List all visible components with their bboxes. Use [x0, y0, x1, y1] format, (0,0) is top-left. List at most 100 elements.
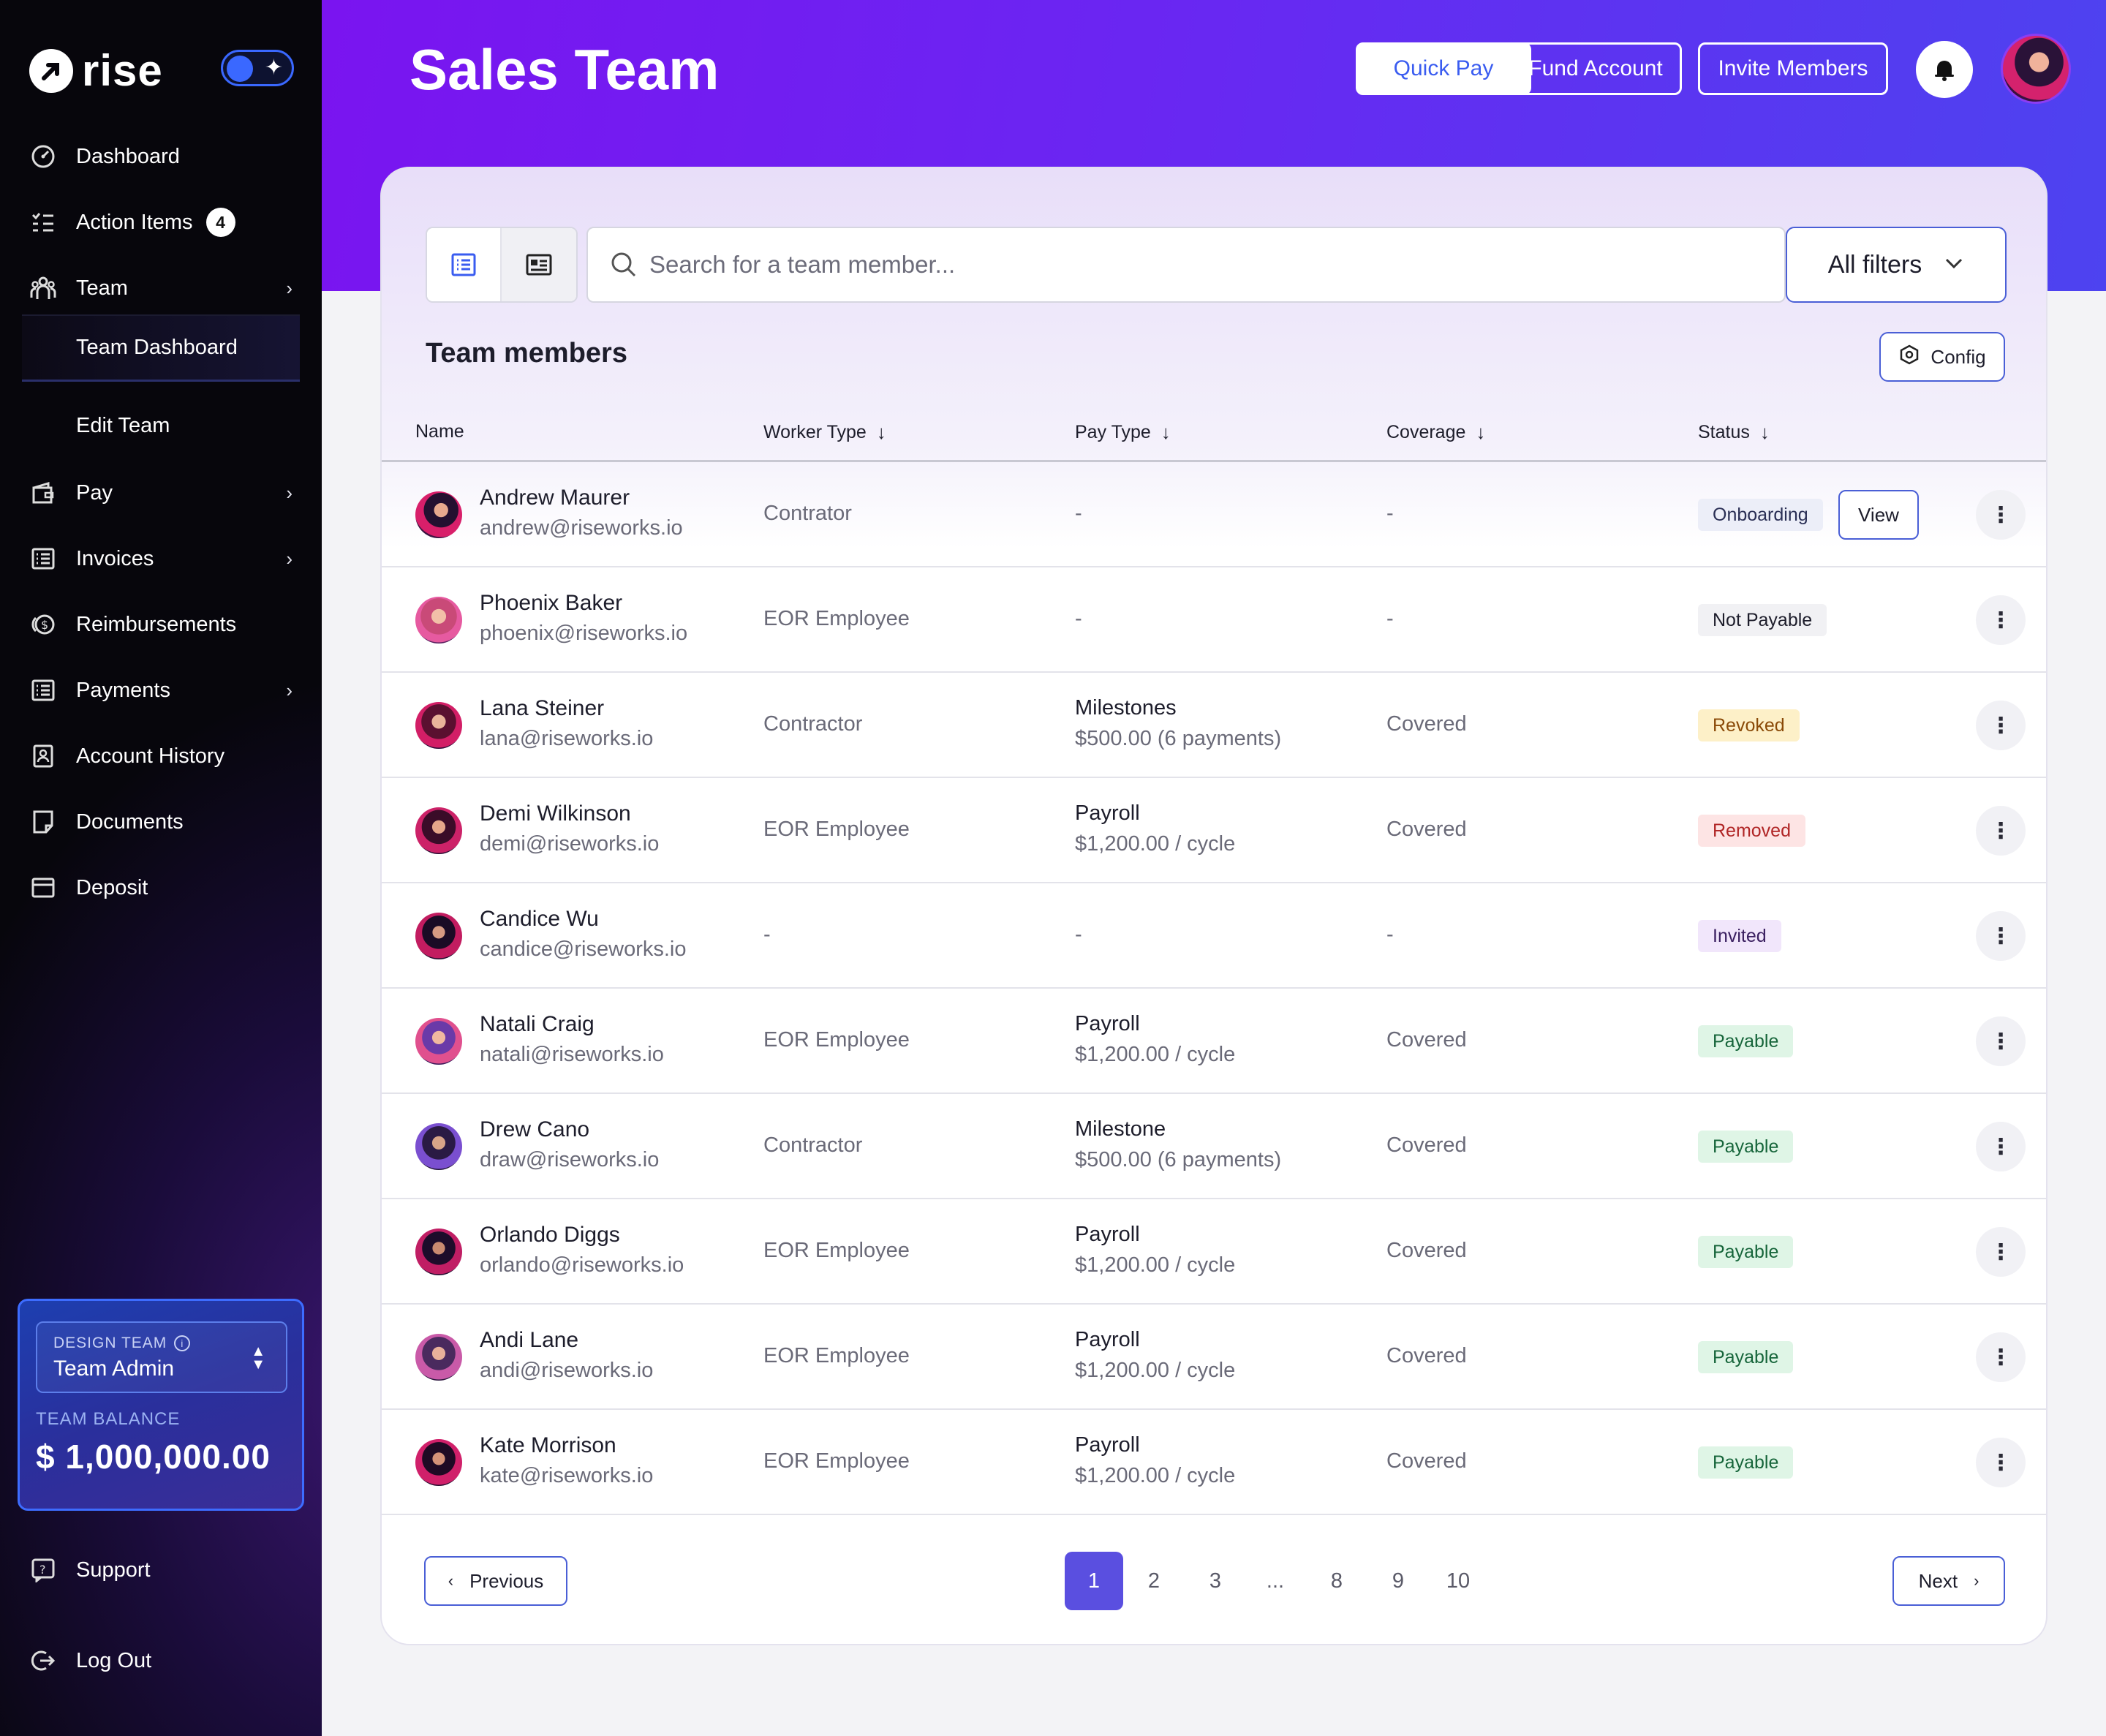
- fund-account-button[interactable]: Fund Account: [1509, 42, 1682, 95]
- logout-link[interactable]: Log Out: [29, 1647, 151, 1675]
- sidebar-item-dashboard[interactable]: Dashboard: [29, 135, 292, 178]
- status-badge: Payable: [1698, 1446, 1794, 1479]
- coverage: -: [1386, 502, 1394, 525]
- chevron-down-icon: [1944, 254, 1964, 275]
- sort-arrow-down-icon: ↓: [1759, 421, 1770, 443]
- theme-toggle[interactable]: ✦: [221, 50, 294, 86]
- col-pay-type-label: Pay Type: [1075, 422, 1151, 442]
- payments-list-icon: [29, 676, 57, 704]
- table-row[interactable]: Phoenix Baker phoenix@riseworks.io EOR Emp…: [382, 567, 2046, 673]
- worker-type: EOR Employee: [763, 1344, 910, 1367]
- col-worker-type[interactable]: Worker Type ↓: [763, 421, 886, 444]
- team-selector[interactable]: DESIGN TEAM i Team Admin ▲ ▼: [36, 1321, 287, 1393]
- page-number[interactable]: 2: [1125, 1552, 1183, 1610]
- sidebar-item-team[interactable]: Team ›: [29, 266, 292, 310]
- sidebar-item-deposit[interactable]: Deposit: [29, 866, 292, 910]
- table-row[interactable]: Demi Wilkinson demi@riseworks.io EOR Emplo…: [382, 778, 2046, 883]
- chevron-right-icon: ›: [286, 679, 292, 701]
- search-input[interactable]: [649, 243, 1746, 287]
- member-email: andrew@riseworks.io: [480, 516, 683, 540]
- all-filters-dropdown[interactable]: All filters: [1786, 227, 2007, 303]
- list-view-button[interactable]: [427, 228, 502, 301]
- status-badge: Revoked: [1698, 709, 1800, 741]
- card-view-button[interactable]: [502, 228, 576, 301]
- table-row[interactable]: Candice Wu candice@riseworks.io - - - Invited…: [382, 883, 2046, 989]
- more-options-icon[interactable]: ⋮: [1976, 1122, 2026, 1171]
- team-role: Team Admin: [53, 1356, 175, 1381]
- settings-hexagon-icon: [1898, 344, 1920, 371]
- table-row[interactable]: Andi Lane andi@riseworks.io EOR Employee Pa…: [382, 1305, 2046, 1410]
- next-label: Next: [1918, 1569, 1958, 1592]
- coverage: -: [1386, 607, 1394, 630]
- page-number[interactable]: 1: [1065, 1552, 1123, 1610]
- page-number[interactable]: 10: [1429, 1552, 1487, 1610]
- coverage: Covered: [1386, 1028, 1467, 1052]
- invite-members-button[interactable]: Invite Members: [1698, 42, 1888, 95]
- coverage: Covered: [1386, 818, 1467, 841]
- sidebar-item-payments[interactable]: Payments ›: [29, 668, 292, 712]
- more-options-icon[interactable]: ⋮: [1976, 1227, 2026, 1277]
- more-options-icon[interactable]: ⋮: [1976, 595, 2026, 645]
- table-row[interactable]: Drew Cano draw@riseworks.io Contractor Mile…: [382, 1094, 2046, 1199]
- deposit-card-icon: [29, 874, 57, 902]
- pagination: ‹ Previous 1 2 3... 8 9 10 Next ›: [382, 1536, 2046, 1610]
- more-options-icon[interactable]: ⋮: [1976, 911, 2026, 961]
- sidebar-subitem-team-dashboard[interactable]: Team Dashboard: [22, 314, 300, 382]
- sidebar-item-documents[interactable]: Documents: [29, 800, 292, 844]
- next-page-button[interactable]: Next ›: [1892, 1556, 2005, 1606]
- sidebar-item-reimbursements[interactable]: $ Reimbursements: [29, 603, 292, 646]
- team-members-card: All filters Team members Config Name Wor…: [380, 167, 2047, 1645]
- col-name[interactable]: Name: [415, 421, 464, 442]
- more-options-icon[interactable]: ⋮: [1976, 1016, 2026, 1066]
- user-avatar[interactable]: [2001, 34, 2071, 104]
- pay-type: -: [1075, 923, 1082, 946]
- more-options-icon[interactable]: ⋮: [1976, 1332, 2026, 1382]
- team-balance-card: DESIGN TEAM i Team Admin ▲ ▼ TEAM BALANCE…: [18, 1299, 304, 1511]
- table-row[interactable]: Orlando Diggs orlando@riseworks.io EOR Emp…: [382, 1199, 2046, 1305]
- view-button[interactable]: View: [1838, 490, 1919, 540]
- member-email: candice@riseworks.io: [480, 937, 687, 961]
- sidebar-item-label: Account History: [76, 744, 225, 768]
- table-row[interactable]: Andrew Maurer andrew@riseworks.io Contrato…: [382, 462, 2046, 567]
- worker-type: Contrator: [763, 502, 852, 525]
- worker-type: EOR Employee: [763, 607, 910, 630]
- more-options-icon[interactable]: ⋮: [1976, 1438, 2026, 1487]
- info-icon[interactable]: i: [174, 1335, 191, 1351]
- col-coverage[interactable]: Coverage ↓: [1386, 421, 1485, 444]
- sidebar-item-label: Documents: [76, 809, 184, 834]
- coverage: Covered: [1386, 712, 1467, 736]
- more-options-icon[interactable]: ⋮: [1976, 806, 2026, 856]
- brand-logo[interactable]: rise: [29, 45, 163, 96]
- previous-page-button[interactable]: ‹ Previous: [424, 1556, 567, 1606]
- page-number[interactable]: 8: [1307, 1552, 1366, 1610]
- config-button[interactable]: Config: [1879, 332, 2005, 382]
- sidebar-item-pay[interactable]: Pay ›: [29, 471, 292, 515]
- page-number[interactable]: 9: [1369, 1552, 1427, 1610]
- worker-type: EOR Employee: [763, 1449, 910, 1473]
- sidebar: rise ✦ Dashboard Action Items 4 Team › Team D…: [0, 0, 322, 1736]
- table-row[interactable]: Lana Steiner lana@riseworks.io Contractor M…: [382, 673, 2046, 778]
- support-link[interactable]: ? Support: [29, 1556, 151, 1584]
- sort-arrow-down-icon: ↓: [876, 421, 886, 443]
- table-row[interactable]: Natali Craig natali@riseworks.io EOR Emplo…: [382, 989, 2046, 1094]
- avatar: [415, 1439, 462, 1486]
- sidebar-item-action-items[interactable]: Action Items 4: [29, 200, 292, 244]
- notifications-button[interactable]: [1916, 41, 1973, 98]
- sidebar-item-account-history[interactable]: Account History: [29, 734, 292, 778]
- quick-pay-button[interactable]: Quick Pay: [1356, 42, 1531, 95]
- sidebar-item-label: Payments: [76, 678, 170, 702]
- bell-icon: [1935, 61, 1954, 81]
- col-pay-type[interactable]: Pay Type ↓: [1075, 421, 1171, 444]
- support-label: Support: [76, 1558, 151, 1582]
- member-name: Andrew Maurer: [480, 486, 630, 510]
- table-row[interactable]: Kate Morrison kate@riseworks.io EOR Employ…: [382, 1410, 2046, 1515]
- sidebar-item-invoices[interactable]: Invoices ›: [29, 537, 292, 581]
- sidebar-subitem-edit-team[interactable]: Edit Team: [22, 392, 300, 459]
- pay-type: Payroll: [1075, 1012, 1140, 1035]
- table-header: Name Worker Type ↓ Pay Type ↓ Coverage ↓ St…: [382, 404, 2046, 462]
- page-number[interactable]: 3: [1186, 1552, 1245, 1610]
- more-options-icon[interactable]: ⋮: [1976, 490, 2026, 540]
- more-options-icon[interactable]: ⋮: [1976, 701, 2026, 750]
- col-status[interactable]: Status ↓: [1698, 421, 1770, 444]
- status-badge: Onboarding: [1698, 499, 1823, 531]
